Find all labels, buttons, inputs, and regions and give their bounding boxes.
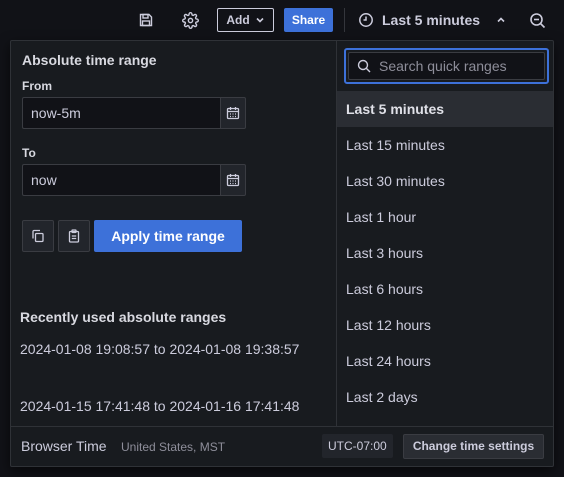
share-button-label: Share (291, 13, 326, 27)
quick-range-item[interactable]: Last 24 hours (337, 343, 553, 379)
dashboard-toolbar: Add Share Last 5 minutes (0, 0, 564, 40)
time-range-label: Last 5 minutes (382, 12, 481, 28)
clipboard-icon (68, 229, 80, 243)
copy-icon (32, 229, 44, 243)
quick-range-item[interactable]: Last 15 minutes (337, 127, 553, 163)
absolute-range-pane: Absolute time range From To (11, 41, 336, 426)
quick-range-item[interactable]: Last 30 minutes (337, 163, 553, 199)
save-dashboard-button[interactable] (134, 8, 158, 32)
from-label: From (22, 79, 52, 93)
from-input-group (22, 97, 246, 129)
to-input[interactable] (22, 164, 220, 196)
quick-range-item[interactable]: Last 2 days (337, 379, 553, 415)
timezone-name: Browser Time (21, 438, 107, 454)
chevron-down-icon (256, 17, 264, 23)
change-time-settings-button[interactable]: Change time settings (403, 434, 544, 459)
add-button-label: Add (226, 13, 250, 27)
calendar-icon (226, 107, 240, 120)
dashboard-settings-button[interactable] (178, 8, 202, 32)
recent-range-item[interactable]: 2024-01-15 17:41:48 to 2024-01-16 17:41:… (20, 395, 330, 417)
toolbar-divider (344, 8, 345, 32)
add-button[interactable]: Add (217, 8, 274, 32)
search-icon (357, 59, 371, 73)
to-input-group (22, 164, 246, 196)
to-label: To (22, 146, 36, 160)
save-icon (139, 13, 153, 27)
apply-time-range-button[interactable]: Apply time range (94, 220, 242, 252)
time-range-picker-button[interactable]: Last 5 minutes (358, 6, 506, 34)
gear-icon (181, 11, 199, 29)
from-calendar-button[interactable] (220, 97, 246, 129)
quick-ranges-pane: Last 5 minutes Last 15 minutes Last 30 m… (336, 41, 553, 426)
recent-ranges-title: Recently used absolute ranges (20, 309, 227, 325)
zoom-out-button[interactable] (525, 8, 549, 32)
utc-offset-badge: UTC-07:00 (322, 434, 393, 458)
quick-range-item[interactable]: Last 12 hours (337, 307, 553, 343)
quick-range-item[interactable]: Last 1 hour (337, 199, 553, 235)
quick-range-item[interactable]: Last 6 hours (337, 271, 553, 307)
clock-icon (359, 13, 373, 27)
quick-range-search (344, 48, 549, 84)
apply-time-range-label: Apply time range (111, 228, 225, 244)
search-quick-ranges-input[interactable] (377, 57, 536, 75)
quick-range-search-box (348, 52, 545, 80)
zoom-out-icon (529, 12, 545, 28)
time-range-picker: Absolute time range From To (10, 40, 554, 467)
share-button[interactable]: Share (284, 8, 333, 32)
calendar-icon (226, 174, 240, 187)
quick-range-item[interactable]: Last 5 minutes (337, 91, 553, 127)
recent-range-item[interactable]: 2024-01-08 19:08:57 to 2024-01-08 19:38:… (20, 338, 330, 360)
absolute-range-title: Absolute time range (22, 52, 157, 68)
timezone-footer: Browser Time United States, MST UTC-07:0… (11, 426, 553, 466)
from-input[interactable] (22, 97, 220, 129)
quick-ranges-list: Last 5 minutes Last 15 minutes Last 30 m… (337, 91, 553, 415)
quick-range-item[interactable]: Last 3 hours (337, 235, 553, 271)
chevron-up-icon (497, 17, 505, 23)
to-calendar-button[interactable] (220, 164, 246, 196)
timezone-region: United States, MST (121, 440, 226, 454)
copy-range-button[interactable] (22, 220, 54, 252)
paste-range-button[interactable] (58, 220, 90, 252)
